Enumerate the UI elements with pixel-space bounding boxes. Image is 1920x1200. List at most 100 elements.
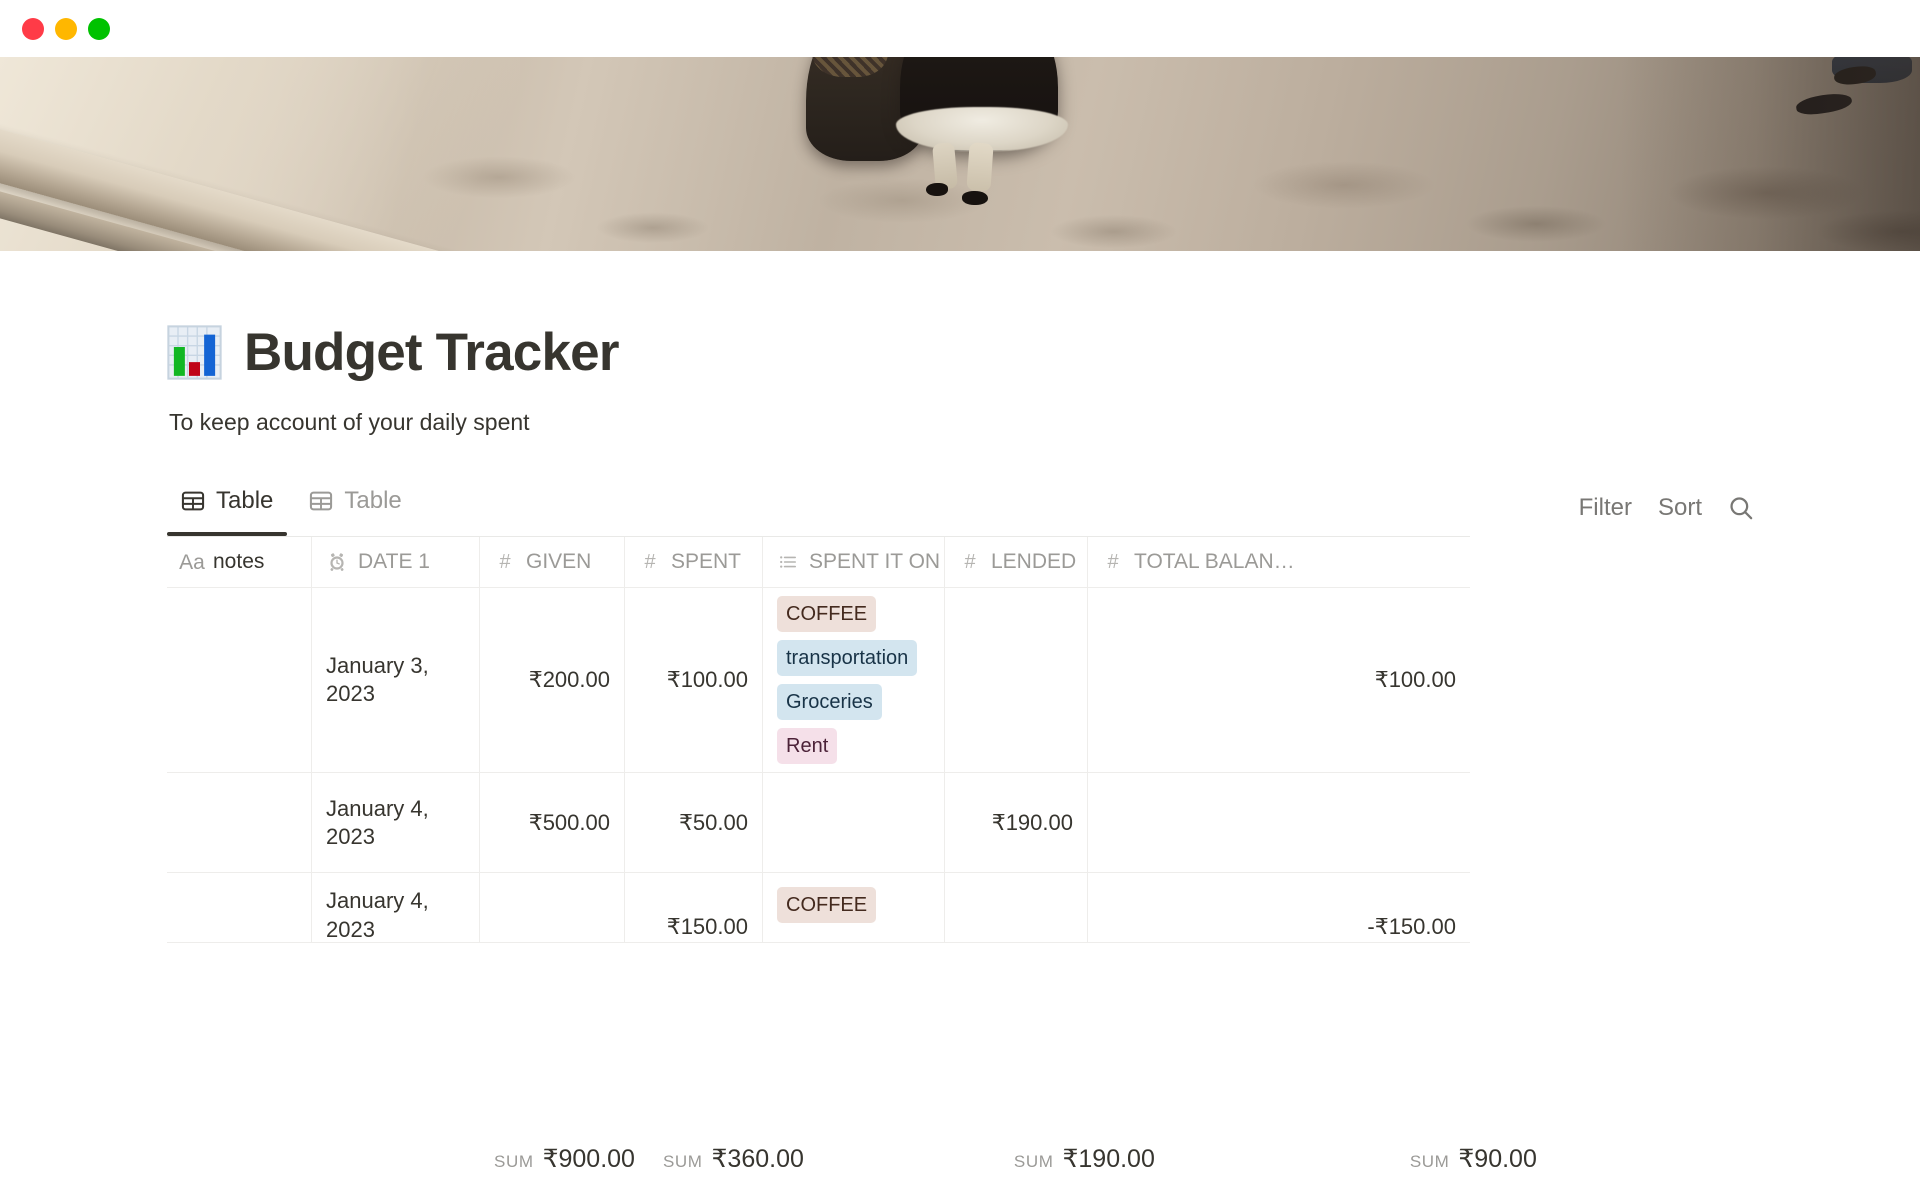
summary-label: SUM bbox=[494, 1152, 534, 1171]
cell-spent[interactable]: ₹150.00 bbox=[625, 873, 763, 943]
cell-value: ₹100.00 bbox=[1374, 667, 1456, 693]
table-icon bbox=[309, 489, 333, 513]
minimize-button[interactable] bbox=[55, 17, 77, 40]
column-header-label: DATE 1 bbox=[358, 550, 430, 574]
tag[interactable]: Groceries bbox=[777, 684, 882, 721]
page-title[interactable]: Budget Tracker bbox=[244, 324, 619, 381]
table-summary-bar: SUM ₹900.00 SUM ₹360.00 SUM ₹190.00 SUM bbox=[167, 1144, 1537, 1200]
cell-value: ₹200.00 bbox=[528, 667, 610, 693]
cell-spent-it-on[interactable]: COFFEE transportation Groceries Rent bbox=[763, 588, 945, 773]
column-header-spent[interactable]: # SPENT bbox=[625, 537, 763, 588]
cell-date[interactable]: January 3, 2023 bbox=[312, 588, 480, 773]
tag-list: COFFEE transportation Groceries Rent bbox=[777, 596, 930, 765]
number-icon: # bbox=[499, 551, 511, 574]
search-icon[interactable] bbox=[1728, 495, 1754, 521]
cell-spent-it-on[interactable]: COFFEE bbox=[763, 873, 945, 943]
cell-notes[interactable] bbox=[167, 873, 312, 943]
summary-label: SUM bbox=[662, 1152, 703, 1171]
cell-date[interactable]: January 4, 2023 bbox=[312, 773, 480, 873]
cover-figure-shoe-right bbox=[962, 191, 988, 205]
column-header-label: SPENT IT ON bbox=[809, 550, 941, 574]
summary-total-balance[interactable]: SUM ₹90.00 bbox=[1169, 1144, 1551, 1200]
column-header-label: TOTAL BALAN… bbox=[1134, 550, 1295, 574]
cell-total-balance[interactable]: -₹150.00 bbox=[1088, 873, 1470, 942]
column-header-spent-it-on[interactable]: SPENT IT ON bbox=[763, 537, 945, 588]
cell-given[interactable]: ₹200.00 bbox=[480, 588, 625, 773]
cell-lended[interactable] bbox=[945, 588, 1088, 773]
app-window: Budget Tracker To keep account of your d… bbox=[0, 0, 1920, 1200]
cell-notes[interactable] bbox=[167, 773, 312, 873]
table-icon bbox=[181, 489, 205, 513]
database-view-bar: Table Table Filter Sort bbox=[167, 478, 1760, 537]
table-row[interactable]: January 4, 2023 ₹500.00 ₹50.00 ₹190.00 bbox=[167, 773, 1470, 874]
cell-value: ₹500.00 bbox=[528, 809, 610, 835]
cell-given[interactable]: ₹500.00 bbox=[480, 773, 625, 873]
tab-label: Table bbox=[344, 486, 402, 514]
table-footer-content: SUM ₹900.00 SUM ₹360.00 SUM ₹190.00 SUM bbox=[160, 1144, 1760, 1200]
column-header-notes[interactable]: Aa notes bbox=[167, 537, 312, 588]
cell-value: ₹100.00 bbox=[666, 667, 748, 693]
column-header-label: SPENT bbox=[671, 550, 742, 574]
cell-value: -₹150.00 bbox=[1367, 914, 1456, 940]
column-header-given[interactable]: # GIVEN bbox=[480, 537, 625, 588]
summary-value: ₹90.00 bbox=[1458, 1145, 1537, 1173]
cell-total-balance[interactable]: ₹100.00 bbox=[1088, 588, 1470, 772]
cell-given[interactable] bbox=[480, 873, 625, 943]
summary-given[interactable]: SUM ₹900.00 bbox=[480, 1144, 649, 1200]
summary-label: SUM bbox=[1409, 1152, 1450, 1171]
summary-value: ₹360.00 bbox=[711, 1145, 804, 1173]
tab-label: Table bbox=[216, 486, 274, 514]
tag[interactable]: COFFEE bbox=[777, 887, 877, 924]
column-header-date[interactable]: DATE 1 bbox=[312, 537, 480, 588]
table-header-row: Aa notes DATE 1 # GIVEN # SPENT SPENT IT… bbox=[167, 537, 1470, 589]
sort-button[interactable]: Sort bbox=[1658, 494, 1702, 522]
clock-icon bbox=[326, 551, 348, 573]
cell-date[interactable]: January 4, 2023 bbox=[312, 873, 480, 943]
tag-list: COFFEE bbox=[777, 887, 930, 924]
traffic-light-group bbox=[22, 17, 110, 40]
filter-button[interactable]: Filter bbox=[1579, 494, 1632, 522]
cell-lended[interactable]: ₹190.00 bbox=[945, 773, 1088, 873]
tag[interactable]: COFFEE bbox=[777, 596, 877, 633]
cell-value: January 3, 2023 bbox=[326, 653, 429, 707]
cell-lended[interactable] bbox=[945, 873, 1088, 943]
table-row[interactable]: January 4, 2023 ₹150.00 COFFEE -₹150.00 bbox=[167, 873, 1470, 944]
column-header-total-balance[interactable]: # TOTAL BALAN… bbox=[1088, 537, 1470, 587]
page-content: Budget Tracker To keep account of your d… bbox=[160, 251, 1760, 944]
number-icon: # bbox=[964, 551, 976, 574]
cell-value: January 4, 2023 bbox=[326, 888, 429, 942]
page-cover-image[interactable] bbox=[0, 57, 1920, 251]
cover-vignette bbox=[1620, 57, 1920, 251]
cover-figure-leg-right bbox=[966, 142, 994, 192]
maximize-button[interactable] bbox=[88, 17, 110, 40]
cell-spent-it-on[interactable] bbox=[763, 773, 945, 873]
column-header-lended[interactable]: # LENDED bbox=[945, 537, 1088, 588]
cell-total-balance[interactable] bbox=[1088, 773, 1470, 872]
title-type-icon: Aa bbox=[179, 550, 205, 574]
column-header-label: notes bbox=[213, 550, 265, 574]
cell-value: ₹50.00 bbox=[678, 809, 748, 835]
tag[interactable]: Rent bbox=[777, 728, 838, 765]
tag[interactable]: transportation bbox=[777, 640, 918, 677]
summary-value: ₹900.00 bbox=[542, 1145, 635, 1173]
window-titlebar bbox=[0, 0, 1920, 57]
cell-value: ₹150.00 bbox=[666, 914, 748, 940]
page-body: Budget Tracker To keep account of your d… bbox=[0, 251, 1920, 1200]
cell-spent[interactable]: ₹50.00 bbox=[625, 773, 763, 873]
summary-spent[interactable]: SUM ₹360.00 bbox=[649, 1144, 818, 1200]
table-row[interactable]: January 3, 2023 ₹200.00 ₹100.00 COFFEE t… bbox=[167, 588, 1470, 774]
multi-select-icon bbox=[777, 551, 799, 573]
tab-table-1[interactable]: Table bbox=[167, 478, 288, 537]
bar-chart-emoji[interactable] bbox=[167, 325, 222, 380]
summary-lended[interactable]: SUM ₹190.00 bbox=[1000, 1144, 1169, 1200]
cell-spent[interactable]: ₹100.00 bbox=[625, 588, 763, 773]
summary-label: SUM bbox=[1013, 1152, 1054, 1171]
cell-notes[interactable] bbox=[167, 588, 312, 773]
close-button[interactable] bbox=[22, 17, 44, 40]
tab-table-2[interactable]: Table bbox=[295, 478, 415, 536]
cell-value: ₹190.00 bbox=[991, 809, 1073, 835]
column-header-label: GIVEN bbox=[526, 550, 592, 574]
page-title-row: Budget Tracker bbox=[167, 251, 1760, 381]
page-subtitle[interactable]: To keep account of your daily spent bbox=[167, 406, 1760, 438]
number-icon: # bbox=[1107, 551, 1119, 574]
